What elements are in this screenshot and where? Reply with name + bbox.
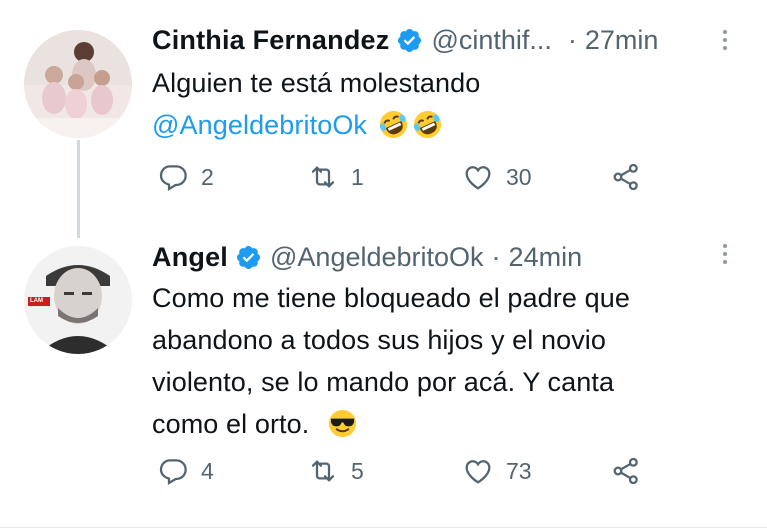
- tweet-text: Como me tiene bloqueado el padre que aba…: [152, 277, 712, 445]
- avatar-badge-text: LAM: [30, 298, 43, 304]
- display-name[interactable]: Cinthia Fernandez: [152, 24, 389, 56]
- retweet-button[interactable]: 1: [307, 161, 364, 193]
- timestamp[interactable]: 27min: [585, 24, 659, 56]
- tweet-text-line: Como me tiene bloqueado el padre que: [152, 283, 630, 313]
- separator-dot: ·: [567, 25, 577, 55]
- retweet-button[interactable]: 5: [307, 455, 364, 487]
- like-count: 73: [506, 457, 532, 484]
- smiling-face-with-sunglasses-emoji: [328, 409, 357, 438]
- reply-count: 4: [201, 457, 214, 484]
- heart-icon: [465, 460, 491, 484]
- retweet-count: 1: [351, 163, 364, 190]
- retweet-icon: [311, 460, 335, 482]
- share-button[interactable]: [610, 161, 642, 193]
- avatar[interactable]: LAM: [24, 246, 132, 354]
- share-button[interactable]: [610, 455, 642, 487]
- reply-icon: [159, 459, 187, 486]
- thread-connector: [77, 140, 80, 238]
- avatar[interactable]: [24, 30, 132, 138]
- like-button[interactable]: 30: [462, 161, 532, 193]
- tweet-text-line: como el orto.: [152, 403, 712, 445]
- tweet-header: Cinthia Fernandez @cinthif... · 27min: [152, 24, 658, 56]
- more-options-icon[interactable]: [721, 244, 729, 264]
- more-options-icon[interactable]: [721, 30, 729, 50]
- retweet-icon: [311, 166, 335, 188]
- user-handle[interactable]: @AngeldebritoOk: [270, 241, 484, 273]
- tweet-text-line: abandono a todos sus hijos y el novio: [152, 325, 607, 355]
- share-icon: [613, 163, 638, 191]
- timestamp[interactable]: 24min: [509, 241, 583, 273]
- mention-link[interactable]: @AngeldebritoOk: [152, 110, 367, 140]
- tweet-text-line: violento, se lo mando por acá. Y canta: [152, 367, 615, 397]
- verified-badge-icon: [236, 245, 261, 269]
- tweet-cinthia[interactable]: Cinthia Fernandez @cinthif... · 27min Al…: [0, 0, 767, 238]
- separator-dot: ·: [491, 242, 501, 272]
- tweet-actions: 4 5 73: [152, 455, 672, 495]
- heart-icon: [465, 166, 491, 190]
- tweet-text-line: @AngeldebritoOk: [152, 104, 712, 146]
- rolling-on-floor-laughing-emoji: [413, 110, 441, 139]
- tweet-text-fragment: como el orto.: [152, 409, 310, 439]
- like-count: 30: [506, 163, 532, 190]
- tweet-actions: 2 1 30: [152, 161, 672, 201]
- tweet-angel[interactable]: LAM Angel @AngeldebritoOk · 24min Como m…: [0, 238, 767, 528]
- tweet-text: Alguien te está molestando @Angeldebrito…: [152, 62, 712, 146]
- display-name[interactable]: Angel: [152, 241, 228, 273]
- avatar-photo: [24, 30, 132, 138]
- reply-button[interactable]: 2: [157, 161, 214, 193]
- reply-count: 2: [201, 163, 214, 190]
- tweet-header: Angel @AngeldebritoOk · 24min: [152, 241, 582, 273]
- retweet-count: 5: [351, 457, 364, 484]
- like-button[interactable]: 73: [462, 455, 532, 487]
- tweet-text-line: Alguien te está molestando: [152, 68, 481, 98]
- reply-button[interactable]: 4: [157, 455, 214, 487]
- verified-badge-icon: [398, 28, 422, 52]
- reply-icon: [159, 165, 187, 192]
- user-handle[interactable]: @cinthif...: [431, 24, 551, 56]
- rolling-on-floor-laughing-emoji: [379, 110, 407, 139]
- share-icon: [613, 457, 638, 485]
